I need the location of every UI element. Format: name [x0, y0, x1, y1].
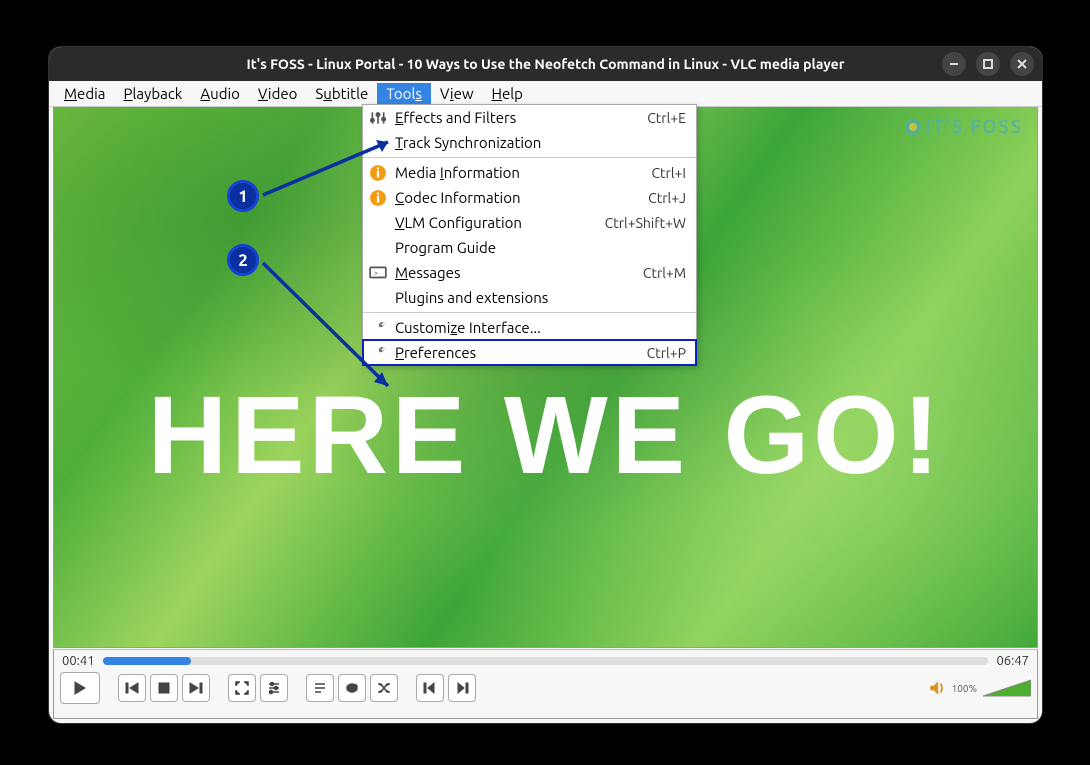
tools-menu-item[interactable]: Plugins and extensions: [363, 285, 696, 310]
tools-menu-item[interactable]: >_MessagesCtrl+M: [363, 260, 696, 285]
annotation-arrow-1: [258, 130, 408, 200]
annotation-callout-1: 1: [227, 180, 259, 212]
menubar-item[interactable]: Subtitle: [306, 83, 377, 104]
watermark-text: IT'S FOSS: [925, 117, 1023, 137]
tools-dropdown: Effects and FiltersCtrl+E Track Synchroni…: [362, 104, 697, 366]
tools-menu-item[interactable]: PreferencesCtrl+P: [363, 340, 696, 365]
close-button[interactable]: [1010, 52, 1034, 76]
window-controls: [942, 52, 1034, 76]
menubar-item[interactable]: View: [431, 83, 483, 104]
watermark-icon: [905, 119, 921, 135]
skipback-button[interactable]: [416, 674, 444, 702]
annotation-callout-2: 2: [227, 244, 259, 276]
annotation-arrow-2: [258, 258, 408, 398]
menu-item-label: Program Guide: [395, 239, 686, 256]
tools-menu-item[interactable]: Media InformationCtrl+I: [363, 160, 696, 185]
menu-item-label: Preferences: [395, 344, 647, 361]
app-window: It's FOSS - Linux Portal - 10 Ways to Us…: [49, 47, 1042, 723]
time-bar: 00:41 06:47: [54, 650, 1037, 670]
button-bar: 100%: [54, 670, 1037, 706]
menu-item-shortcut: Ctrl+J: [648, 190, 686, 206]
menu-item-label: Customize Interface...: [395, 319, 686, 336]
video-overlay-text: HERE WE GO!: [54, 372, 1037, 499]
menu-item-label: VLM Configuration: [395, 214, 605, 231]
tools-menu-item[interactable]: VLM ConfigurationCtrl+Shift+W: [363, 210, 696, 235]
tools-menu-item[interactable]: Customize Interface...: [363, 315, 696, 340]
loop-button[interactable]: [338, 674, 366, 702]
menubar-item[interactable]: Video: [249, 83, 307, 104]
tools-menu-item[interactable]: Effects and FiltersCtrl+E: [363, 105, 696, 130]
menu-item-label: Codec Information: [395, 189, 648, 206]
titlebar: It's FOSS - Linux Portal - 10 Ways to Us…: [49, 47, 1042, 81]
ext-settings-button[interactable]: [260, 674, 288, 702]
menu-item-shortcut: Ctrl+P: [647, 345, 686, 361]
tools-menu-item[interactable]: Codec InformationCtrl+J: [363, 185, 696, 210]
menu-separator: [363, 312, 696, 313]
menubar-item[interactable]: Tools: [377, 83, 431, 104]
minimize-button[interactable]: [942, 52, 966, 76]
controls-panel: 00:41 06:47 100%: [53, 649, 1038, 719]
prev-button[interactable]: [118, 674, 146, 702]
tools-menu-item[interactable]: Track Synchronization: [363, 130, 696, 155]
menu-item-shortcut: Ctrl+Shift+W: [605, 215, 686, 231]
menu-item-label: Media Information: [395, 164, 651, 181]
menu-item-label: Plugins and extensions: [395, 289, 686, 306]
playlist-button[interactable]: [306, 674, 334, 702]
seek-bar[interactable]: [103, 657, 989, 665]
maximize-button[interactable]: [976, 52, 1000, 76]
sliders-icon: [369, 109, 387, 127]
skipfwd-button[interactable]: [448, 674, 476, 702]
next-button[interactable]: [182, 674, 210, 702]
menu-item-label: Track Synchronization: [395, 134, 686, 151]
menu-item-shortcut: Ctrl+M: [643, 265, 686, 281]
speaker-icon: [928, 679, 946, 697]
window-title: It's FOSS - Linux Portal - 10 Ways to Us…: [247, 56, 845, 72]
blank-icon: [369, 239, 387, 257]
volume-control[interactable]: 100%: [928, 678, 1031, 698]
random-button[interactable]: [370, 674, 398, 702]
time-total: 06:47: [996, 654, 1029, 668]
tools-menu-item[interactable]: Program Guide: [363, 235, 696, 260]
menu-separator: [363, 157, 696, 158]
time-elapsed: 00:41: [62, 654, 95, 668]
menu-item-label: Effects and Filters: [395, 109, 647, 126]
menubar-item[interactable]: Media: [55, 83, 114, 104]
watermark: IT'S FOSS: [905, 117, 1023, 137]
menubar-item[interactable]: Audio: [191, 83, 249, 104]
menubar-item[interactable]: Help: [483, 83, 532, 104]
stop-button[interactable]: [150, 674, 178, 702]
menubar-item[interactable]: Playback: [114, 83, 191, 104]
fullscreen-button[interactable]: [228, 674, 256, 702]
blank-icon: [369, 214, 387, 232]
volume-label: 100%: [952, 683, 977, 694]
menu-item-label: Messages: [395, 264, 643, 281]
volume-slider[interactable]: [983, 678, 1031, 698]
menu-item-shortcut: Ctrl+I: [651, 165, 686, 181]
play-button[interactable]: [60, 672, 100, 704]
menu-item-shortcut: Ctrl+E: [647, 110, 686, 126]
seek-fill: [103, 657, 192, 665]
